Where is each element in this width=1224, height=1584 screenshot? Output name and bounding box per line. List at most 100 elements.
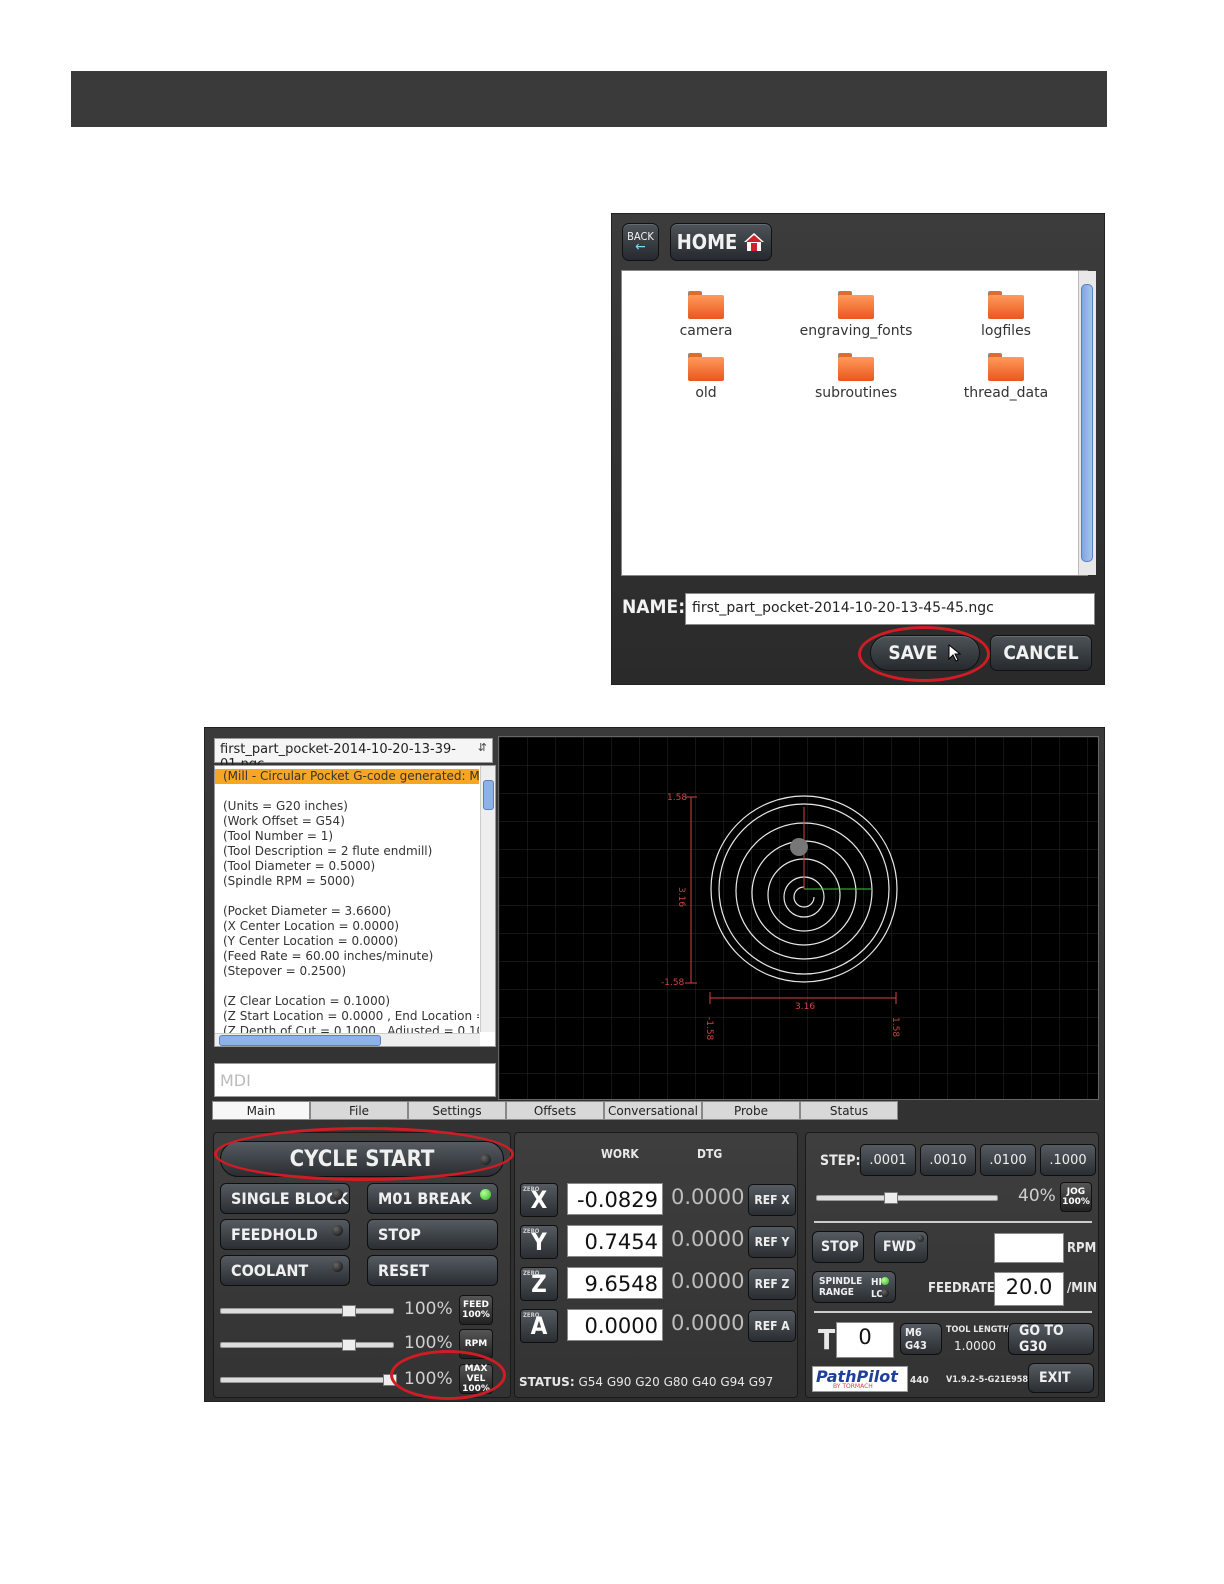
rpm-unit-label: RPM (1067, 1241, 1097, 1256)
step-button[interactable]: .0001 (860, 1144, 916, 1176)
tab-settings[interactable]: Settings (408, 1101, 506, 1120)
lo-led (881, 1289, 889, 1297)
scrollbar-thumb[interactable] (483, 780, 494, 810)
folder-item[interactable]: thread_data (941, 353, 1071, 401)
scrollbar-thumb[interactable] (219, 1035, 381, 1046)
step-button[interactable]: .0100 (980, 1144, 1036, 1176)
divider (814, 1221, 1092, 1223)
divider (814, 1311, 1092, 1313)
home-button[interactable]: HOME (670, 223, 772, 261)
gcode-line: (Feed Rate = 60.00 inches/minute) (223, 949, 434, 963)
feed-override-slider[interactable] (220, 1305, 394, 1317)
work-x-value[interactable]: -0.0829 (567, 1183, 663, 1215)
spindle-stop-button[interactable]: STOP (812, 1231, 864, 1263)
tab-probe[interactable]: Probe (702, 1101, 800, 1120)
m01-break-led (480, 1189, 491, 1200)
page-header-bar (71, 71, 1107, 127)
feed-btn-label: FEED (463, 1300, 489, 1310)
tool-t-label: T (818, 1323, 836, 1356)
reset-button[interactable]: RESET (367, 1255, 498, 1286)
gcode-line: (Tool Number = 1) (223, 829, 334, 843)
feedhold-button[interactable]: FEEDHOLD (220, 1219, 350, 1250)
spindle-range-button[interactable]: SPINDLE RANGE HI LO (812, 1271, 896, 1303)
gcode-file-select[interactable]: first_part_pocket-2014-10-20-13-39-01.ng… (214, 738, 493, 772)
go-to-g30-button[interactable]: GO TO G30 (1008, 1323, 1094, 1355)
back-button[interactable]: BACK ← (622, 223, 659, 261)
step-button[interactable]: .1000 (1040, 1144, 1096, 1176)
zero-y-button[interactable]: ZERO Y (520, 1225, 558, 1259)
rpm-override-slider[interactable] (220, 1339, 394, 1351)
zero-label: ZERO (523, 1270, 540, 1277)
slider-knob[interactable] (342, 1305, 357, 1317)
work-z-value[interactable]: 9.6548 (567, 1267, 663, 1299)
feedrate-label: FEEDRATE: (928, 1281, 1000, 1296)
zero-x-button[interactable]: ZERO X (520, 1183, 558, 1217)
work-header: WORK (601, 1147, 639, 1161)
tab-conversational[interactable]: Conversational (604, 1101, 702, 1120)
feedhold-led (332, 1225, 343, 1236)
save-file-dialog: BACK ← HOME camera engraving_fonts logfile… (611, 213, 1105, 685)
rpm-btn-label: RPM (464, 1339, 488, 1349)
gcode-line: (Tool Description = 2 flute endmill) (223, 844, 433, 858)
gcode-line: (Tool Diameter = 0.5000) (223, 859, 376, 873)
tab-offsets[interactable]: Offsets (506, 1101, 604, 1120)
dro-panel: WORK DTG ZERO X -0.0829 0.0000 REF X ZERO Y 0.7… (514, 1132, 798, 1398)
filename-input[interactable]: first_part_pocket-2014-10-20-13-45-45.ng… (685, 593, 1095, 625)
dtg-y-value: 0.0000 (671, 1227, 745, 1251)
ref-a-button[interactable]: REF A (748, 1310, 796, 1342)
jog-reset-button[interactable]: JOG 100% (1060, 1182, 1092, 1212)
gcode-vertical-scrollbar[interactable] (480, 766, 495, 1032)
jog-speed-slider[interactable] (816, 1192, 998, 1204)
zero-z-button[interactable]: ZERO Z (520, 1267, 558, 1301)
folder-item[interactable]: subroutines (791, 353, 921, 401)
cancel-button[interactable]: CANCEL (990, 635, 1092, 671)
zero-a-button[interactable]: ZERO A (520, 1309, 558, 1343)
gcode-horizontal-scrollbar[interactable] (215, 1033, 480, 1046)
folder-item[interactable]: camera (641, 291, 771, 339)
work-a-value[interactable]: 0.0000 (567, 1309, 663, 1341)
dtg-x-value: 0.0000 (671, 1185, 745, 1209)
stop-button[interactable]: STOP (367, 1219, 498, 1250)
zero-label: ZERO (523, 1186, 540, 1193)
maxvel-override-slider[interactable] (220, 1374, 397, 1386)
slider-knob[interactable] (883, 1192, 898, 1204)
gcode-line (215, 889, 479, 904)
gcode-line: (Y Center Location = 0.0000) (223, 934, 399, 948)
folder-item[interactable]: engraving_fonts (791, 291, 921, 339)
spindle-rpm-input[interactable] (994, 1233, 1064, 1263)
gcode-line: (Z Start Location = 0.0000 , End Locatio… (223, 1009, 479, 1023)
file-browser-area: camera engraving_fonts logfiles old subrouti… (621, 270, 1088, 576)
step-button[interactable]: .0010 (920, 1144, 976, 1176)
maxvel-highlight-ring (390, 1350, 506, 1400)
tab-file[interactable]: File (310, 1101, 408, 1120)
tab-main[interactable]: Main (212, 1101, 310, 1120)
folder-item[interactable]: logfiles (941, 291, 1071, 339)
pathpilot-main-window: first_part_pocket-2014-10-20-13-39-01.ng… (204, 727, 1105, 1402)
slider-knob[interactable] (342, 1339, 357, 1351)
work-y-value[interactable]: 0.7454 (567, 1225, 663, 1257)
single-block-button[interactable]: SINGLE BLOCK (220, 1183, 350, 1214)
name-label: NAME: (622, 596, 686, 618)
folder-icon (988, 291, 1024, 319)
exit-button[interactable]: EXIT (1028, 1363, 1094, 1393)
feed-reset-button[interactable]: FEED 100% (459, 1295, 493, 1325)
tool-number-input[interactable]: 0 (836, 1322, 894, 1358)
spindle-fwd-button[interactable]: FWD (874, 1231, 928, 1263)
feedrate-input[interactable]: 20.0 (994, 1272, 1064, 1306)
mdi-input[interactable]: MDI (214, 1063, 496, 1097)
ref-y-button[interactable]: REF Y (748, 1226, 796, 1258)
toolpath-preview[interactable]: 1.58 -1.58 3.16 3.16 -1.58 1.58 (498, 736, 1099, 1100)
ref-z-button[interactable]: REF Z (748, 1268, 796, 1300)
home-label: HOME (676, 230, 738, 254)
coolant-label: COOLANT (231, 1261, 309, 1280)
m01-break-button[interactable]: M01 BREAK (367, 1183, 498, 1214)
ref-x-button[interactable]: REF X (748, 1184, 796, 1216)
m6-g43-button[interactable]: M6 G43 (900, 1323, 942, 1355)
gcode-listing[interactable]: (Mill - Circular Pocket G-code generated… (214, 765, 496, 1047)
back-arrow-icon: ← (635, 239, 646, 255)
m01-break-label: M01 BREAK (378, 1189, 472, 1208)
folder-item[interactable]: old (641, 353, 771, 401)
coolant-button[interactable]: COOLANT (220, 1255, 350, 1286)
tab-status[interactable]: Status (800, 1101, 898, 1120)
scrollbar-thumb[interactable] (1081, 284, 1093, 562)
